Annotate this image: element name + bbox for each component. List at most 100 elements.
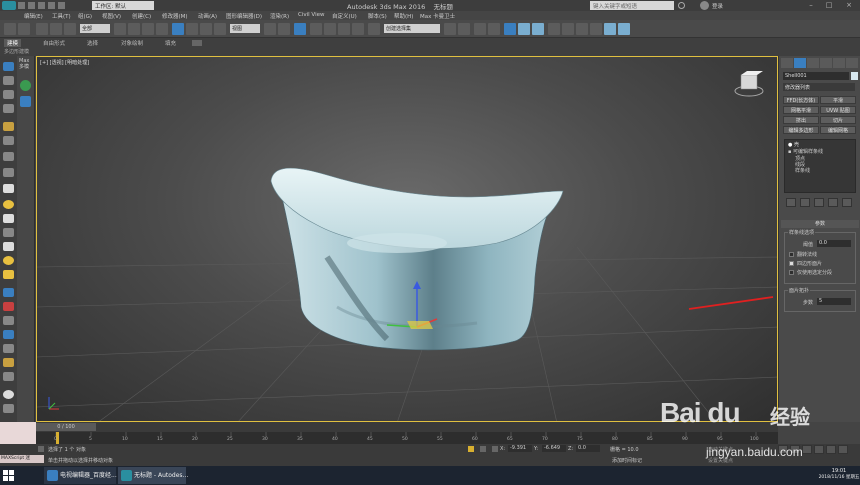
scene-explorer-icon[interactable] bbox=[488, 23, 500, 35]
ffd-box-button[interactable]: FFD(长方体) bbox=[783, 96, 819, 104]
stack-item-editable-spline[interactable]: ▪ 可编辑样条线 bbox=[788, 148, 823, 155]
selection-lock-icon[interactable] bbox=[38, 446, 44, 452]
undo-tool-icon[interactable] bbox=[4, 23, 16, 35]
reference-coord-select[interactable]: 视图 bbox=[230, 24, 260, 33]
menu-customize[interactable]: 自定义(U) bbox=[332, 12, 357, 20]
schematic-view-icon[interactable] bbox=[532, 23, 544, 35]
smooth-button[interactable]: 平滑 bbox=[820, 96, 856, 104]
patch-icon[interactable] bbox=[3, 330, 14, 339]
stack-item-shell[interactable]: ● 壳 bbox=[788, 141, 799, 148]
selection-filter-select[interactable]: 全部 bbox=[80, 24, 110, 33]
play-icon[interactable] bbox=[802, 445, 812, 454]
next-frame-icon[interactable] bbox=[814, 445, 824, 454]
remove-modifier-icon[interactable] bbox=[828, 198, 838, 207]
maxscript-label[interactable]: MAXScript 迷 bbox=[0, 455, 44, 463]
aec-icon[interactable] bbox=[3, 404, 14, 413]
redo-icon[interactable] bbox=[58, 2, 65, 9]
modifier-list-select[interactable]: 修改器列表 bbox=[783, 83, 855, 91]
show-end-result-icon[interactable] bbox=[800, 198, 810, 207]
select-move-icon[interactable] bbox=[172, 23, 184, 35]
layer-manager-icon[interactable] bbox=[474, 23, 486, 35]
hierarchy-icon[interactable] bbox=[3, 90, 14, 99]
use-selected-segments-checkbox[interactable] bbox=[789, 270, 794, 275]
menu-create[interactable]: 创建(C) bbox=[132, 12, 151, 20]
display-tab-icon[interactable] bbox=[833, 58, 845, 68]
configure-sets-icon[interactable] bbox=[842, 198, 852, 207]
camera-icon[interactable] bbox=[3, 136, 14, 145]
make-unique-icon[interactable] bbox=[814, 198, 824, 207]
save-file-icon[interactable] bbox=[38, 2, 45, 9]
pin-stack-icon[interactable] bbox=[786, 198, 796, 207]
redo-tool-icon[interactable] bbox=[18, 23, 30, 35]
create-tab-icon[interactable] bbox=[781, 58, 793, 68]
align-icon[interactable] bbox=[458, 23, 470, 35]
search-input[interactable]: 键入关键字或短语 bbox=[590, 1, 674, 10]
maximize-icon[interactable]: □ bbox=[822, 0, 836, 11]
view-cube[interactable] bbox=[734, 71, 764, 97]
goto-end-icon[interactable] bbox=[826, 445, 836, 454]
menu-scripting[interactable]: 脚本(S) bbox=[368, 12, 387, 20]
tab-freeform[interactable]: 自由形式 bbox=[40, 39, 68, 47]
open-file-icon[interactable] bbox=[28, 2, 35, 9]
geosphere-icon[interactable] bbox=[3, 256, 14, 265]
pivot-center-icon[interactable] bbox=[264, 23, 276, 35]
named-selection-select[interactable]: 创建选择集 bbox=[384, 24, 440, 33]
door-icon[interactable] bbox=[3, 358, 14, 367]
unlink-icon[interactable] bbox=[50, 23, 62, 35]
edit-poly-button[interactable]: 编辑多边形 bbox=[783, 126, 819, 134]
mirror-icon[interactable] bbox=[444, 23, 456, 35]
steps-spinner[interactable]: 5 bbox=[817, 298, 851, 305]
stairs-icon[interactable] bbox=[3, 390, 14, 399]
tab-populate[interactable]: 填充 bbox=[162, 39, 179, 47]
cylinder-icon[interactable] bbox=[3, 214, 14, 223]
menu-graph-editors[interactable]: 图形编辑器(D) bbox=[226, 12, 262, 20]
undo-icon[interactable] bbox=[48, 2, 55, 9]
motion-icon[interactable] bbox=[3, 104, 14, 113]
perspective-viewport[interactable]: [+] [透视] [明暗处理] bbox=[36, 56, 778, 422]
modify-tab-icon[interactable] bbox=[794, 58, 806, 68]
add-time-tag-button[interactable]: 添加时间标记 bbox=[612, 457, 642, 464]
minimize-icon[interactable]: – bbox=[804, 0, 818, 11]
menu-animation[interactable]: 动画(A) bbox=[198, 12, 217, 20]
isolate-icon[interactable] bbox=[468, 446, 474, 452]
absolute-mode-icon[interactable] bbox=[492, 446, 498, 452]
taskbar-item-3dsmax-a[interactable]: 无标题 - Autodes... bbox=[118, 467, 188, 484]
nurbs-icon[interactable] bbox=[3, 344, 14, 353]
a360-render-icon[interactable] bbox=[618, 23, 630, 35]
menu-modifiers[interactable]: 修改器(M) bbox=[162, 12, 188, 20]
menu-civil-view[interactable]: Civil View bbox=[298, 12, 324, 18]
maxscript-listener[interactable] bbox=[0, 422, 36, 444]
quad-patch-checkbox[interactable] bbox=[789, 261, 794, 266]
edit-named-sets-icon[interactable] bbox=[368, 23, 380, 35]
slice-button[interactable]: 切片 bbox=[820, 116, 856, 124]
select-manipulate-icon[interactable] bbox=[278, 23, 290, 35]
stack-item-spline[interactable]: 样条线 bbox=[795, 167, 810, 174]
rendered-frame-icon[interactable] bbox=[576, 23, 588, 35]
angle-snap-icon[interactable] bbox=[324, 23, 336, 35]
torus-icon[interactable] bbox=[3, 228, 14, 237]
compound-icon[interactable] bbox=[3, 316, 14, 325]
shield-icon[interactable] bbox=[20, 96, 31, 107]
curve-editor-icon[interactable] bbox=[518, 23, 530, 35]
extrude-button[interactable]: 挤出 bbox=[783, 116, 819, 124]
flip-normals-checkbox[interactable] bbox=[789, 252, 794, 257]
parameters-rollout-header[interactable]: 参数 bbox=[781, 220, 859, 228]
select-by-name-icon[interactable] bbox=[128, 23, 140, 35]
spacewarp-icon[interactable] bbox=[3, 168, 14, 177]
menu-help[interactable]: 帮助(H) bbox=[394, 12, 413, 20]
object-name-field[interactable]: Shell001 bbox=[783, 72, 849, 80]
menu-tools[interactable]: 工具(T) bbox=[52, 12, 71, 20]
rect-select-icon[interactable] bbox=[142, 23, 154, 35]
menu-rendering[interactable]: 渲染(R) bbox=[270, 12, 289, 20]
meshsmooth-button[interactable]: 网格平滑 bbox=[783, 106, 819, 114]
track-bar[interactable]: 0 5 10 15 20 25 30 35 40 45 50 55 60 65 … bbox=[36, 432, 778, 444]
percent-snap-icon[interactable] bbox=[338, 23, 350, 35]
time-config-icon[interactable] bbox=[838, 445, 848, 454]
windows-start-icon[interactable] bbox=[2, 469, 16, 482]
modify-icon[interactable] bbox=[3, 76, 14, 85]
uvw-map-button[interactable]: UVW 贴图 bbox=[820, 106, 856, 114]
select-scale-icon[interactable] bbox=[200, 23, 212, 35]
render-setup-icon[interactable] bbox=[562, 23, 574, 35]
login-link[interactable]: 登录 bbox=[712, 2, 723, 10]
new-file-icon[interactable] bbox=[18, 2, 25, 9]
